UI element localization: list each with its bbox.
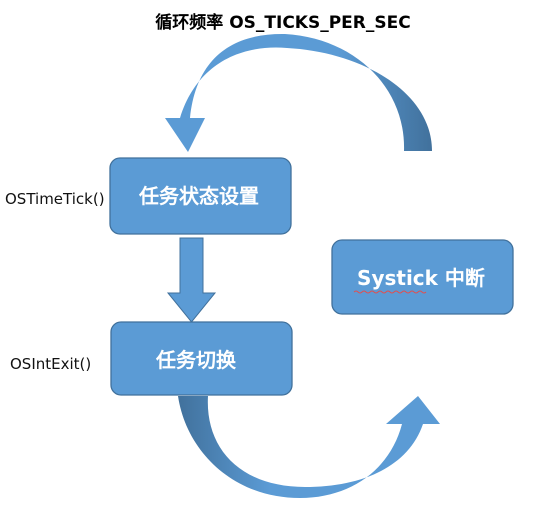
diagram-title: 循环频率 OS_TICKS_PER_SEC xyxy=(155,12,410,33)
osintexit-label: OSIntExit() xyxy=(10,355,91,373)
curved-arrow-top xyxy=(165,33,432,152)
curved-arrow-bottom xyxy=(178,396,440,498)
systick-label: Systick 中断 xyxy=(357,266,485,290)
task-switch-label: 任务切换 xyxy=(155,348,237,372)
down-arrow xyxy=(166,237,217,323)
flow-diagram: 循环频率 OS_TICKS_PER_SEC 任务状态设置 任务切换 Systic… xyxy=(5,12,514,498)
task-state-label: 任务状态设置 xyxy=(138,184,259,208)
ostimetick-label: OSTimeTick() xyxy=(5,190,105,208)
